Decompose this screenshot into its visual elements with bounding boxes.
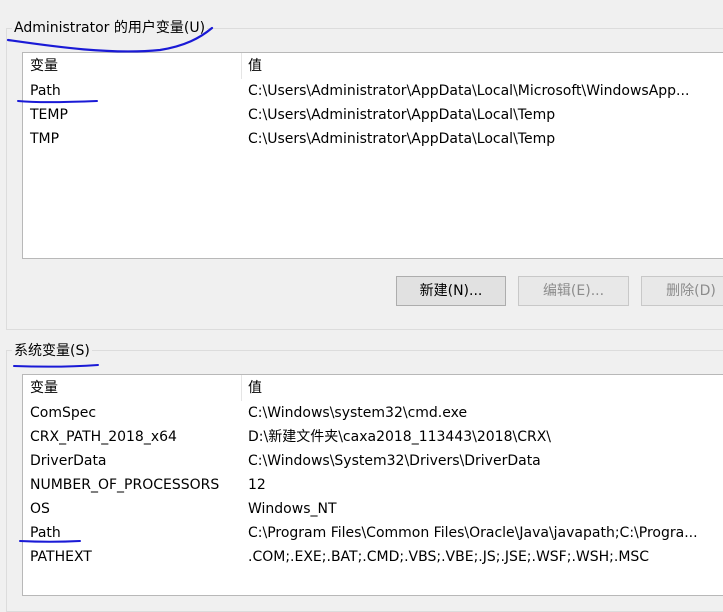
delete-user-variable-button[interactable]: 删除(D) [641,276,723,306]
var-name: CRX_PATH_2018_x64 [30,429,177,445]
var-value: C:\Program Files\Common Files\Oracle\Jav… [248,525,698,541]
user-var-row-tmp[interactable]: TMP C:\Users\Administrator\AppData\Local… [23,127,723,151]
system-var-row-number-of-processors[interactable]: NUMBER_OF_PROCESSORS 12 [23,473,723,497]
system-var-row-pathext[interactable]: PATHEXT .COM;.EXE;.BAT;.CMD;.VBS;.VBE;.J… [23,545,723,569]
system-variables-title: 系统变量(S) [12,342,92,360]
var-name: Path [30,525,61,541]
var-name: TEMP [30,107,68,123]
column-header-value[interactable]: 值 [248,57,262,75]
system-variables-list[interactable]: 变量 值 ComSpec C:\Windows\system32\cmd.exe… [22,374,723,596]
system-var-row-crx-path[interactable]: CRX_PATH_2018_x64 D:\新建文件夹\caxa2018_1134… [23,425,723,449]
var-value: .COM;.EXE;.BAT;.CMD;.VBS;.VBE;.JS;.JSE;.… [248,549,650,565]
system-var-row-comspec[interactable]: ComSpec C:\Windows\system32\cmd.exe [23,401,723,425]
column-header-variable[interactable]: 变量 [30,57,58,75]
column-divider[interactable] [241,53,242,79]
column-header-variable[interactable]: 变量 [30,379,58,397]
var-value: C:\Users\Administrator\AppData\Local\Tem… [248,131,556,147]
user-var-row-path[interactable]: Path C:\Users\Administrator\AppData\Loca… [23,79,723,103]
var-value: 12 [248,477,266,493]
var-value: C:\Windows\system32\cmd.exe [248,405,468,421]
system-var-row-driverdata[interactable]: DriverData C:\Windows\System32\Drivers\D… [23,449,723,473]
var-name: OS [30,501,50,517]
var-value: C:\Windows\System32\Drivers\DriverData [248,453,541,469]
user-var-row-temp[interactable]: TEMP C:\Users\Administrator\AppData\Loca… [23,103,723,127]
column-divider[interactable] [241,375,242,401]
var-name: ComSpec [30,405,97,421]
system-var-row-os[interactable]: OS Windows_NT [23,497,723,521]
var-value: C:\Users\Administrator\AppData\Local\Mic… [248,83,690,99]
user-variables-list[interactable]: 变量 值 Path C:\Users\Administrator\AppData… [22,52,723,259]
system-var-row-path[interactable]: Path C:\Program Files\Common Files\Oracl… [23,521,723,545]
var-value: C:\Users\Administrator\AppData\Local\Tem… [248,107,556,123]
var-name: PATHEXT [30,549,92,565]
var-name: DriverData [30,453,107,469]
column-header-value[interactable]: 值 [248,379,262,397]
edit-user-variable-button[interactable]: 编辑(E)... [518,276,629,306]
var-name: Path [30,83,61,99]
list-header: 变量 值 [23,53,723,79]
var-name: NUMBER_OF_PROCESSORS [30,477,220,493]
var-value: Windows_NT [248,501,337,517]
new-user-variable-button[interactable]: 新建(N)... [396,276,506,306]
var-name: TMP [30,131,60,147]
list-header: 变量 值 [23,375,723,401]
user-variables-title: Administrator 的用户变量(U) [12,19,208,37]
var-value: D:\新建文件夹\caxa2018_113443\2018\CRX\ [248,429,552,445]
